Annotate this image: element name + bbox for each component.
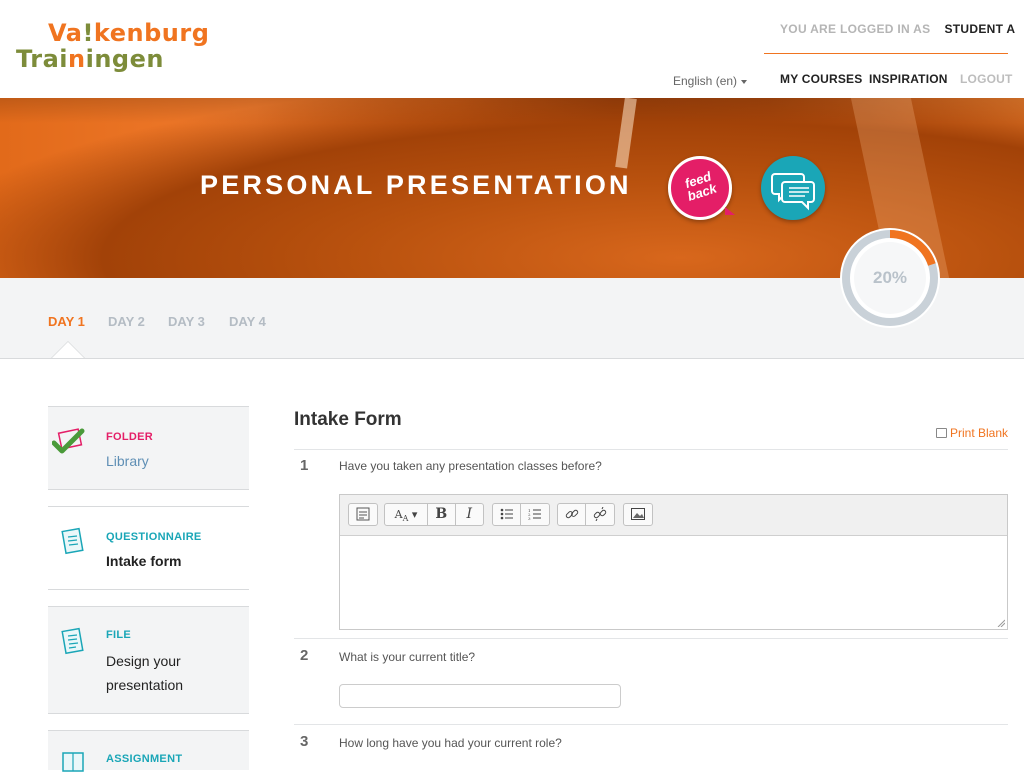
logo-text: Trai bbox=[16, 45, 68, 73]
speech-tail-icon bbox=[725, 207, 735, 215]
current-title-input[interactable] bbox=[339, 684, 621, 708]
language-selector[interactable]: English (en) bbox=[673, 74, 748, 88]
svg-text:3: 3 bbox=[528, 516, 531, 520]
sidebar-item-library[interactable]: FOLDER Library bbox=[48, 406, 249, 490]
question-text: What is your current title? bbox=[339, 650, 476, 664]
resize-handle-icon[interactable] bbox=[997, 619, 1005, 627]
tab-day-3[interactable]: DAY 3 bbox=[168, 314, 205, 329]
file-icon bbox=[61, 627, 84, 655]
feedback-label: feed back bbox=[682, 168, 719, 204]
logo-text: ingen bbox=[85, 45, 164, 73]
numbered-list-icon[interactable]: 123 bbox=[521, 504, 549, 525]
question-number: 1 bbox=[300, 457, 309, 474]
site-header: Va!kenburg Trainingen YOU ARE LOGGED IN … bbox=[0, 0, 1024, 98]
font-size-icon[interactable]: AA ▾ bbox=[385, 504, 429, 525]
divider bbox=[294, 724, 1008, 725]
sidebar-item-title: Design your bbox=[106, 653, 181, 669]
question-text: How long have you had your current role? bbox=[339, 736, 562, 750]
printer-icon bbox=[936, 428, 947, 438]
nav-my-courses[interactable]: MY COURSES bbox=[780, 72, 862, 86]
logo-text: n bbox=[68, 45, 86, 73]
sidebar-item-intake-form[interactable]: QUESTIONNAIRE Intake form bbox=[48, 506, 249, 590]
login-status: YOU ARE LOGGED IN AS STUDENT A bbox=[780, 22, 1015, 36]
italic-icon[interactable]: I bbox=[456, 504, 483, 525]
tab-day-4[interactable]: DAY 4 bbox=[229, 314, 266, 329]
link-icon[interactable] bbox=[558, 504, 586, 525]
course-title: PERSONAL PRESENTATION bbox=[200, 170, 632, 200]
question-number: 3 bbox=[300, 733, 309, 750]
feedback-button[interactable]: feed back bbox=[668, 156, 735, 220]
toolbar-group: AA ▾ B I bbox=[384, 503, 484, 526]
bold-icon[interactable]: B bbox=[428, 504, 456, 525]
sidebar-item-design-presentation[interactable]: FILE Design your presentation bbox=[48, 606, 249, 714]
caret-down-icon bbox=[741, 79, 748, 84]
sidebar-item-title: presentation bbox=[106, 677, 184, 693]
sidebar-item-type: FOLDER bbox=[106, 431, 154, 443]
print-blank-link[interactable]: Print Blank bbox=[936, 426, 1008, 440]
toolbar-group: 123 bbox=[492, 503, 550, 526]
progress-percent: 20% bbox=[872, 268, 908, 287]
print-blank-label: Print Blank bbox=[950, 426, 1009, 440]
questionnaire-icon bbox=[61, 527, 84, 555]
unlink-icon[interactable] bbox=[586, 504, 614, 525]
question-text: Have you taken any presentation classes … bbox=[339, 459, 602, 473]
editor-toolbar: AA ▾ B I 123 bbox=[340, 495, 1007, 536]
bullet-list-icon[interactable] bbox=[493, 504, 521, 525]
nav-logout[interactable]: LOGOUT bbox=[960, 72, 1013, 86]
logged-in-label: YOU ARE LOGGED IN AS bbox=[780, 22, 931, 36]
assignment-icon bbox=[62, 752, 84, 772]
sidebar-item-title: Intake form bbox=[106, 553, 182, 569]
site-logo[interactable]: Va!kenburg Trainingen bbox=[16, 20, 209, 72]
image-icon[interactable] bbox=[624, 504, 652, 525]
language-label: English (en) bbox=[673, 74, 738, 88]
active-tab-pointer bbox=[52, 342, 84, 358]
form-title: Intake Form bbox=[294, 409, 402, 430]
header-divider bbox=[764, 53, 1008, 54]
tab-day-2[interactable]: DAY 2 bbox=[108, 314, 145, 329]
tab-day-1[interactable]: DAY 1 bbox=[48, 314, 85, 329]
nav-inspiration[interactable]: INSPIRATION bbox=[869, 72, 948, 86]
html-view-icon[interactable] bbox=[349, 504, 377, 525]
checkmark-icon bbox=[52, 428, 85, 454]
sidebar-item-assignment[interactable]: ASSIGNMENT bbox=[48, 730, 249, 772]
divider bbox=[294, 638, 1008, 639]
logo-text: Va bbox=[48, 19, 83, 47]
logo-text: kenburg bbox=[93, 19, 210, 47]
divider bbox=[294, 449, 1008, 450]
toolbar-group bbox=[557, 503, 615, 526]
question-number: 2 bbox=[300, 647, 309, 664]
rich-text-editor: AA ▾ B I 123 bbox=[339, 494, 1008, 630]
sidebar-item-title: Library bbox=[106, 453, 149, 469]
chat-button[interactable] bbox=[761, 156, 825, 220]
logo-text: ! bbox=[82, 19, 94, 47]
toolbar-group bbox=[348, 503, 378, 526]
sidebar-item-type: FILE bbox=[106, 629, 132, 641]
user-name[interactable]: STUDENT A bbox=[944, 22, 1015, 36]
sidebar-item-type: QUESTIONNAIRE bbox=[106, 531, 202, 543]
chat-bubbles-icon bbox=[771, 173, 815, 211]
sidebar-item-type: ASSIGNMENT bbox=[106, 753, 183, 765]
toolbar-group bbox=[623, 503, 653, 526]
